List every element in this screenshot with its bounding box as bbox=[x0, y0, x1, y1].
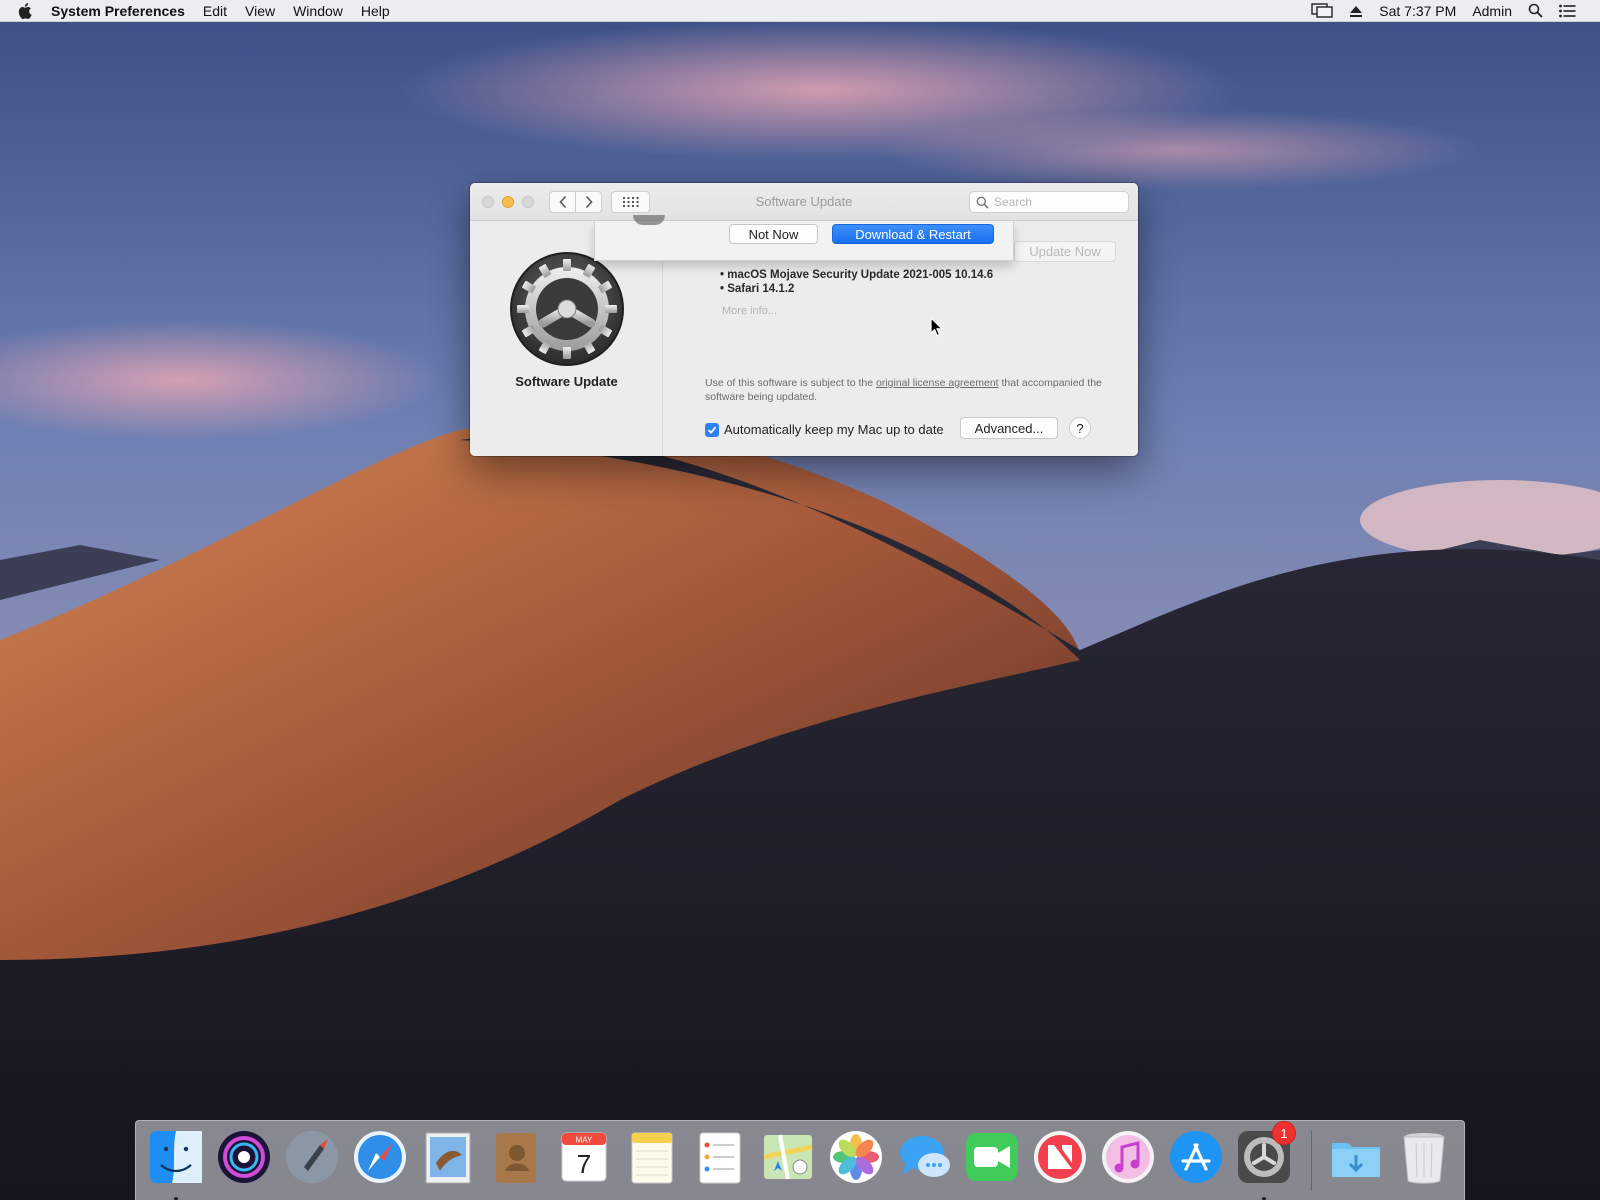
dock-siri[interactable] bbox=[214, 1127, 274, 1187]
auto-update-label[interactable]: Automatically keep my Mac up to date bbox=[724, 422, 944, 437]
help-button[interactable]: ? bbox=[1069, 417, 1091, 439]
grid-icon bbox=[622, 197, 638, 207]
dock-safari[interactable] bbox=[350, 1127, 410, 1187]
user-menu[interactable]: Admin bbox=[1464, 0, 1520, 22]
advanced-button[interactable]: Advanced... bbox=[960, 417, 1058, 439]
license-agreement-link[interactable]: original license agreement bbox=[876, 377, 999, 389]
display-mirroring-icon[interactable] bbox=[1303, 2, 1341, 19]
photos-icon bbox=[830, 1131, 882, 1183]
download-and-restart-button[interactable]: Download & Restart bbox=[832, 224, 994, 244]
dock-facetime[interactable] bbox=[962, 1127, 1022, 1187]
license-text: Use of this software is subject to the o… bbox=[705, 376, 1105, 404]
calendar-icon: MAY 7 bbox=[561, 1132, 607, 1182]
dock-system-preferences[interactable]: 1 bbox=[1234, 1121, 1296, 1200]
menubar-clock[interactable]: Sat 7:37 PM bbox=[1371, 0, 1464, 22]
siri-icon bbox=[218, 1131, 270, 1183]
reminders-icon bbox=[699, 1132, 741, 1184]
finder-icon bbox=[150, 1131, 202, 1183]
more-info-link[interactable]: More info... bbox=[722, 305, 777, 317]
facetime-icon bbox=[966, 1133, 1018, 1181]
launchpad-icon bbox=[286, 1131, 338, 1183]
dock-contacts[interactable] bbox=[486, 1127, 546, 1187]
desktop bbox=[0, 0, 1600, 1200]
search-field[interactable] bbox=[969, 191, 1129, 213]
forward-button[interactable] bbox=[575, 191, 602, 213]
notification-center-icon[interactable] bbox=[1551, 4, 1584, 18]
minimize-window-button[interactable] bbox=[502, 196, 514, 208]
search-input[interactable] bbox=[994, 195, 1122, 209]
list-item: • macOS Mojave Security Update 2021-005 … bbox=[720, 269, 994, 281]
maps-icon bbox=[763, 1134, 813, 1180]
dock-mail[interactable] bbox=[418, 1127, 478, 1187]
dock-finder[interactable] bbox=[146, 1127, 206, 1200]
dock-news[interactable] bbox=[1030, 1127, 1090, 1187]
software-update-gear-icon bbox=[510, 252, 624, 366]
notification-badge: 1 bbox=[1272, 1121, 1296, 1145]
auto-update-row[interactable]: Automatically keep my Mac up to date bbox=[705, 422, 944, 437]
itunes-icon bbox=[1102, 1131, 1154, 1183]
not-now-button[interactable]: Not Now bbox=[729, 224, 818, 244]
desktop-wallpaper bbox=[0, 0, 1600, 1200]
dock: MAY 7 1 bbox=[135, 1120, 1465, 1200]
mail-icon bbox=[425, 1132, 471, 1184]
dock-launchpad[interactable] bbox=[282, 1127, 342, 1187]
checkmark-icon bbox=[707, 426, 717, 434]
view-menu[interactable]: View bbox=[236, 0, 284, 22]
dock-separator bbox=[1311, 1131, 1312, 1191]
chevron-right-icon bbox=[585, 195, 593, 209]
downloads-folder-icon bbox=[1332, 1143, 1380, 1177]
dock-downloads[interactable] bbox=[1326, 1127, 1386, 1187]
sheet-gear-icon bbox=[633, 215, 665, 225]
auto-update-checkbox[interactable] bbox=[705, 422, 719, 437]
window-menu[interactable]: Window bbox=[284, 0, 352, 22]
edit-menu[interactable]: Edit bbox=[194, 0, 236, 22]
dock-reminders[interactable] bbox=[690, 1127, 750, 1187]
safari-icon bbox=[354, 1131, 406, 1183]
sidebar-title: Software Update bbox=[515, 374, 618, 389]
window-titlebar[interactable]: Software Update bbox=[470, 183, 1138, 221]
dock-itunes[interactable] bbox=[1098, 1127, 1158, 1187]
notes-icon bbox=[631, 1132, 673, 1184]
dock-trash[interactable] bbox=[1394, 1127, 1454, 1187]
app-store-icon bbox=[1170, 1131, 1222, 1183]
trash-icon bbox=[1403, 1133, 1445, 1184]
eject-icon[interactable] bbox=[1341, 4, 1371, 18]
close-window-button[interactable] bbox=[482, 196, 494, 208]
software-update-window: Software Update Search Software Update U… bbox=[470, 183, 1138, 456]
dock-messages[interactable] bbox=[894, 1127, 954, 1187]
dock-maps[interactable] bbox=[758, 1127, 818, 1187]
dock-photos[interactable] bbox=[826, 1127, 886, 1187]
calendar-day: 7 bbox=[577, 1149, 591, 1179]
update-now-button[interactable]: Update Now bbox=[1014, 241, 1116, 262]
apple-menu-icon[interactable] bbox=[18, 0, 36, 22]
list-item: • Safari 14.1.2 bbox=[720, 283, 795, 295]
back-button[interactable] bbox=[549, 191, 576, 213]
messages-icon bbox=[900, 1136, 950, 1177]
help-menu[interactable]: Help bbox=[352, 0, 399, 22]
show-all-button[interactable] bbox=[611, 191, 650, 213]
license-prefix: Use of this software is subject to the bbox=[705, 377, 874, 389]
spotlight-search-icon[interactable] bbox=[1520, 3, 1551, 18]
dock-calendar[interactable]: MAY 7 bbox=[554, 1127, 614, 1187]
mouse-cursor-icon bbox=[930, 317, 944, 337]
menu-bar: System Preferences Edit View Window Help… bbox=[0, 0, 1600, 22]
update-list: • macOS Mojave Security Update 2021-005 … bbox=[720, 268, 993, 296]
chevron-left-icon bbox=[558, 195, 566, 209]
contacts-icon bbox=[496, 1133, 536, 1183]
app-menu[interactable]: System Preferences bbox=[42, 0, 194, 22]
dock-app-store[interactable] bbox=[1166, 1127, 1226, 1187]
dock-notes[interactable] bbox=[622, 1127, 682, 1187]
news-icon bbox=[1034, 1131, 1086, 1183]
calendar-month: MAY bbox=[576, 1136, 593, 1145]
restart-sheet: Not Now Download & Restart bbox=[594, 215, 1014, 261]
search-icon bbox=[976, 196, 989, 209]
zoom-window-button[interactable] bbox=[522, 196, 534, 208]
